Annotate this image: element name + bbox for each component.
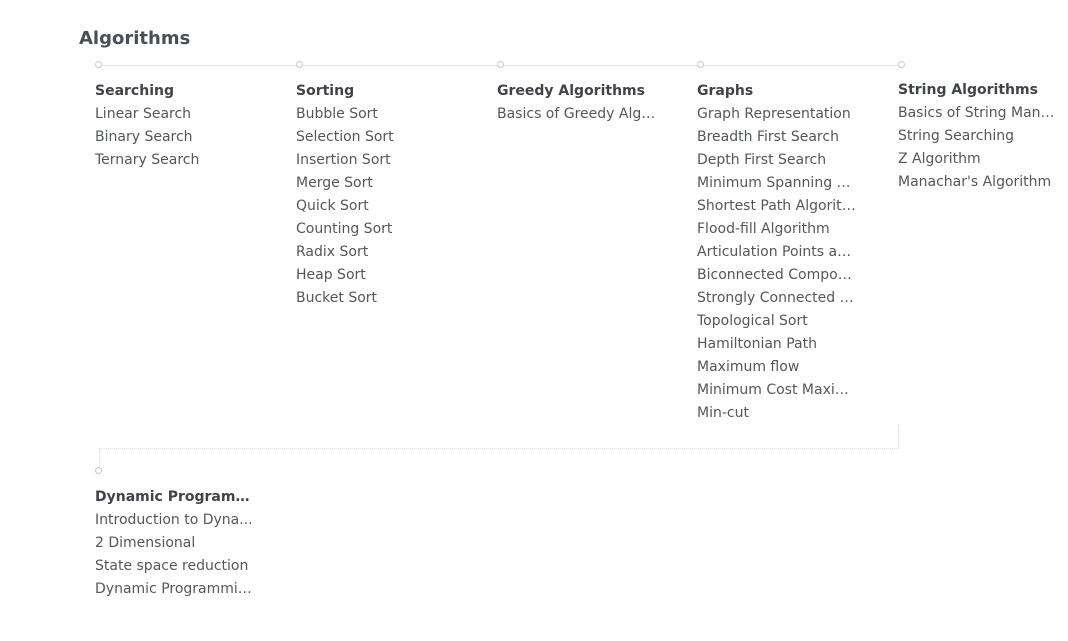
- topic-link-selection-sort[interactable]: Selection Sort: [296, 126, 464, 149]
- topic-items-graphs: Graph Representation Breadth First Searc…: [697, 103, 857, 425]
- row-connector-vertical-right: [898, 424, 899, 448]
- topic-link-biconnected-components[interactable]: Biconnected Compon...: [697, 264, 857, 287]
- page-title: Algorithms: [79, 28, 191, 49]
- topic-link-insertion-sort[interactable]: Insertion Sort: [296, 149, 464, 172]
- topic-link-state-space-reduction[interactable]: State space reduction: [95, 555, 255, 578]
- topic-link-bucket-sort[interactable]: Bucket Sort: [296, 287, 464, 310]
- topic-link-flood-fill[interactable]: Flood-fill Algorithm: [697, 218, 857, 241]
- topic-link-z-algorithm[interactable]: Z Algorithm: [898, 148, 1058, 171]
- node-dot-searching: [95, 61, 102, 68]
- topic-link-topological-sort[interactable]: Topological Sort: [697, 310, 857, 333]
- node-dot-graphs: [697, 61, 704, 68]
- topic-link-basics-of-greedy[interactable]: Basics of Greedy Algor...: [497, 103, 657, 126]
- topic-link-articulation-points[interactable]: Articulation Points an...: [697, 241, 857, 264]
- topic-title-sorting[interactable]: Sorting: [296, 81, 464, 101]
- topic-sorting: Sorting Bubble Sort Selection Sort Inser…: [296, 81, 464, 310]
- topic-link-graph-representation[interactable]: Graph Representation: [697, 103, 857, 126]
- node-dot-greedy: [497, 61, 504, 68]
- topic-link-maximum-flow[interactable]: Maximum flow: [697, 356, 857, 379]
- topic-items-greedy-algorithms: Basics of Greedy Algor...: [497, 103, 657, 126]
- topic-title-searching[interactable]: Searching: [95, 81, 263, 101]
- topic-dynamic-programming: Dynamic Programmi... Introduction to Dyn…: [95, 487, 255, 601]
- row-connector-horizontal: [99, 448, 899, 449]
- topic-string-algorithms: String Algorithms Basics of String Manip…: [898, 80, 1058, 194]
- topic-link-dp-and-bit-masking[interactable]: Dynamic Programmin...: [95, 578, 255, 601]
- topic-title-dynamic-programming[interactable]: Dynamic Programmi...: [95, 487, 255, 507]
- topic-link-quick-sort[interactable]: Quick Sort: [296, 195, 464, 218]
- topic-link-bubble-sort[interactable]: Bubble Sort: [296, 103, 464, 126]
- topic-items-searching: Linear Search Binary Search Ternary Sear…: [95, 103, 263, 172]
- topic-link-shortest-path[interactable]: Shortest Path Algorith...: [697, 195, 857, 218]
- topic-link-ternary-search[interactable]: Ternary Search: [95, 149, 263, 172]
- topic-link-counting-sort[interactable]: Counting Sort: [296, 218, 464, 241]
- topic-searching: Searching Linear Search Binary Search Te…: [95, 81, 263, 172]
- topic-link-intro-to-dp[interactable]: Introduction to Dyna...: [95, 509, 255, 532]
- topic-graphs: Graphs Graph Representation Breadth Firs…: [697, 81, 857, 425]
- topic-link-minimum-spanning-tree[interactable]: Minimum Spanning Tr...: [697, 172, 857, 195]
- topic-title-greedy-algorithms[interactable]: Greedy Algorithms: [497, 81, 657, 101]
- node-dot-strings: [898, 61, 905, 68]
- topic-link-basics-of-string[interactable]: Basics of String Manip...: [898, 102, 1058, 125]
- topic-link-min-cost-max-flow[interactable]: Minimum Cost Maxim...: [697, 379, 857, 402]
- topic-link-binary-search[interactable]: Binary Search: [95, 126, 263, 149]
- topic-link-linear-search[interactable]: Linear Search: [95, 103, 263, 126]
- node-dot-dynamic-programming: [95, 467, 102, 474]
- topic-greedy-algorithms: Greedy Algorithms Basics of Greedy Algor…: [497, 81, 657, 126]
- topic-title-string-algorithms[interactable]: String Algorithms: [898, 80, 1058, 100]
- topic-link-string-searching[interactable]: String Searching: [898, 125, 1058, 148]
- row-connector-vertical-left: [99, 448, 100, 468]
- topic-items-string-algorithms: Basics of String Manip... String Searchi…: [898, 102, 1058, 194]
- topic-items-sorting: Bubble Sort Selection Sort Insertion Sor…: [296, 103, 464, 310]
- topic-link-breadth-first-search[interactable]: Breadth First Search: [697, 126, 857, 149]
- topic-link-radix-sort[interactable]: Radix Sort: [296, 241, 464, 264]
- topic-link-strongly-connected[interactable]: Strongly Connected C...: [697, 287, 857, 310]
- topic-link-heap-sort[interactable]: Heap Sort: [296, 264, 464, 287]
- topic-link-2-dimensional[interactable]: 2 Dimensional: [95, 532, 255, 555]
- topic-link-hamiltonian-path[interactable]: Hamiltonian Path: [697, 333, 857, 356]
- node-dot-sorting: [296, 61, 303, 68]
- topic-link-min-cut[interactable]: Min-cut: [697, 402, 857, 425]
- topic-link-depth-first-search[interactable]: Depth First Search: [697, 149, 857, 172]
- topic-items-dynamic-programming: Introduction to Dyna... 2 Dimensional St…: [95, 509, 255, 601]
- topic-link-merge-sort[interactable]: Merge Sort: [296, 172, 464, 195]
- topic-title-graphs[interactable]: Graphs: [697, 81, 857, 101]
- topic-link-manachars-algorithm[interactable]: Manachar's Algorithm: [898, 171, 1058, 194]
